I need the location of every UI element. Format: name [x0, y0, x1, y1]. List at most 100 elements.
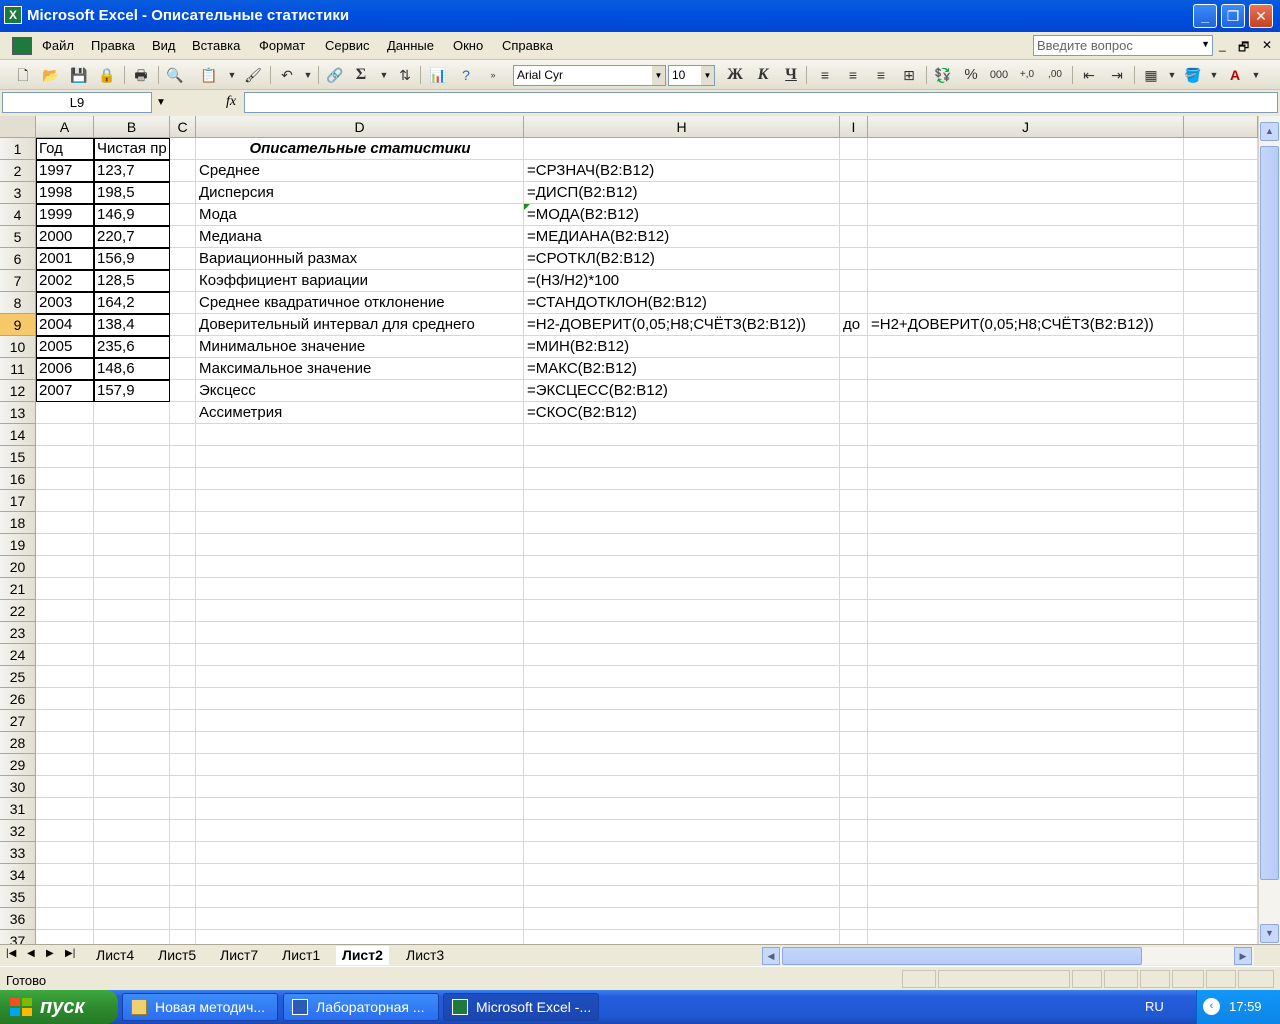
row-header[interactable]: 21 [0, 578, 36, 600]
row-header[interactable]: 11 [0, 358, 36, 380]
cell-year[interactable]: 2000 [36, 226, 94, 248]
undo-dropdown-icon[interactable]: ▼ [297, 65, 319, 85]
column-header[interactable]: H [524, 116, 840, 138]
row-header[interactable]: 31 [0, 798, 36, 820]
row-header[interactable]: 35 [0, 886, 36, 908]
row-header[interactable]: 13 [0, 402, 36, 424]
cell-stat-label[interactable]: Среднее квадратичное отклонение [196, 292, 524, 314]
autosum-icon[interactable]: Σ [350, 65, 372, 85]
cell-stat-label[interactable]: Дисперсия [196, 182, 524, 204]
row-header[interactable]: 14 [0, 424, 36, 446]
cell-formula[interactable]: =H2+ДОВЕРИТ(0,05;H8;СЧЁТЗ(B2:B12)) [868, 314, 1188, 336]
cell-stat-label[interactable]: Среднее [196, 160, 524, 182]
scroll-up-icon[interactable]: ▲ [1260, 122, 1279, 141]
decrease-indent-icon[interactable]: ⇤ [1078, 65, 1100, 85]
taskbar-button-folder[interactable]: Новая методич... [122, 993, 278, 1021]
undo-icon[interactable]: ↶ [276, 65, 298, 85]
row-header[interactable]: 29 [0, 754, 36, 776]
decrease-decimal-icon[interactable]: ,00 [1044, 65, 1066, 85]
currency-icon[interactable]: 💱 [932, 65, 954, 85]
scroll-left-icon[interactable]: ◀ [762, 947, 780, 965]
align-right-icon[interactable]: ≡ [870, 65, 892, 85]
bold-button[interactable]: Ж [724, 65, 746, 85]
help-icon[interactable]: ? [455, 65, 477, 85]
cell-formula[interactable]: =(H3/H2)*100 [524, 270, 844, 292]
cell-value[interactable]: 138,4 [94, 314, 170, 336]
row-header[interactable]: 2 [0, 160, 36, 182]
hyperlink-icon[interactable]: 🔗 [324, 65, 346, 85]
sort-ascending-icon[interactable]: ⇅ [394, 65, 416, 85]
open-icon[interactable]: 📂 [40, 65, 62, 85]
cell-year[interactable]: 1999 [36, 204, 94, 226]
menu-data[interactable]: Данные [387, 38, 434, 53]
cell-stat-label[interactable]: Ассиметрия [196, 402, 524, 424]
column-header[interactable]: B [94, 116, 170, 138]
row-header[interactable]: 26 [0, 688, 36, 710]
horizontal-scrollbar[interactable]: ◀ ▶ [762, 947, 1254, 965]
menu-insert[interactable]: Вставка [192, 38, 240, 53]
increase-indent-icon[interactable]: ⇥ [1106, 65, 1128, 85]
first-sheet-icon[interactable]: |◀ [6, 948, 16, 959]
cell-formula[interactable]: =СТАНДОТКЛОН(B2:B12) [524, 292, 844, 314]
close-button[interactable]: ✕ [1249, 4, 1273, 28]
chart-wizard-icon[interactable]: 📊 [427, 65, 449, 85]
cell-year[interactable]: 2005 [36, 336, 94, 358]
cell-formula[interactable]: =H2-ДОВЕРИТ(0,05;H8;СЧЁТЗ(B2:B12)) [524, 314, 844, 336]
scroll-right-icon[interactable]: ▶ [1234, 947, 1252, 965]
cell-formula[interactable]: =МАКС(B2:B12) [524, 358, 844, 380]
borders-icon[interactable]: ▦ [1140, 65, 1162, 85]
taskbar-button-word[interactable]: Лабораторная ... [283, 993, 439, 1021]
row-header[interactable]: 32 [0, 820, 36, 842]
sheet-tab[interactable]: Лист1 [276, 946, 326, 965]
horizontal-scroll-thumb[interactable] [782, 947, 1142, 965]
sheet-tab[interactable]: Лист5 [152, 946, 202, 965]
cell-year[interactable]: 1997 [36, 160, 94, 182]
cell-formula[interactable]: =СРЗНАЧ(B2:B12) [524, 160, 844, 182]
row-header[interactable]: 25 [0, 666, 36, 688]
cell-year[interactable]: 2006 [36, 358, 94, 380]
format-painter-icon[interactable]: 🖌 [242, 65, 264, 85]
vertical-scrollbar[interactable]: ▲ ▼ [1258, 116, 1280, 944]
select-all-button[interactable] [0, 116, 36, 138]
worksheet-grid[interactable]: A B C D H I J 1 2 3 4 5 6 7 8 9 10 11 12 13 14 15 16 17 18 19 20 21… [0, 116, 1258, 944]
row-header[interactable]: 34 [0, 864, 36, 886]
formula-input[interactable] [244, 92, 1278, 113]
row-header[interactable]: 8 [0, 292, 36, 314]
cell-stat-label[interactable]: Коэффициент вариации [196, 270, 524, 292]
cell-year[interactable]: 2003 [36, 292, 94, 314]
font-color-dropdown-icon[interactable]: ▼ [1245, 65, 1267, 85]
chevron-down-icon[interactable]: ▼ [652, 66, 665, 85]
row-header[interactable]: 37 [0, 930, 36, 944]
row-header[interactable]: 6 [0, 248, 36, 270]
row-header[interactable]: 5 [0, 226, 36, 248]
minimize-button[interactable]: _ [1193, 4, 1217, 28]
italic-button[interactable]: К [752, 65, 774, 85]
prev-sheet-icon[interactable]: ◀ [27, 948, 35, 959]
toolbar-options-icon[interactable]: » [486, 65, 500, 85]
workbook-icon[interactable] [12, 37, 32, 55]
cell-formula[interactable]: =ЭКСЦЕСС(B2:B12) [524, 380, 844, 402]
cell-stat-label[interactable]: Минимальное значение [196, 336, 524, 358]
error-indicator-icon[interactable] [524, 204, 530, 210]
menu-format[interactable]: Формат [259, 38, 305, 53]
next-sheet-icon[interactable]: ▶ [46, 948, 54, 959]
name-box[interactable]: L9 [2, 92, 152, 113]
fill-color-icon[interactable]: 🪣 [1182, 65, 1204, 85]
font-size-select[interactable]: 10 ▼ [668, 65, 715, 86]
row-header[interactable]: 19 [0, 534, 36, 556]
row-header[interactable]: 9 [0, 314, 36, 336]
row-header[interactable]: 27 [0, 710, 36, 732]
cell-stat-label[interactable]: Максимальное значение [196, 358, 524, 380]
menu-help[interactable]: Справка [502, 38, 553, 53]
font-color-icon[interactable]: A [1224, 65, 1246, 85]
cell-year[interactable]: 2007 [36, 380, 94, 402]
cell-formula[interactable]: =СРОТКЛ(B2:B12) [524, 248, 844, 270]
cell-stat-label[interactable]: Мода [196, 204, 524, 226]
column-header[interactable]: D [196, 116, 524, 138]
row-header[interactable]: 7 [0, 270, 36, 292]
row-header[interactable]: 30 [0, 776, 36, 798]
column-header[interactable] [1184, 116, 1258, 138]
row-header[interactable]: 20 [0, 556, 36, 578]
cell-stats-title[interactable]: Описательные статистики [196, 138, 524, 160]
row-header[interactable]: 1 [0, 138, 36, 160]
